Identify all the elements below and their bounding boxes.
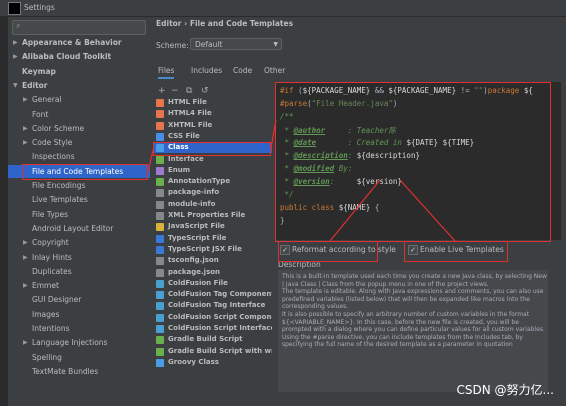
arrow-line-2 — [270, 119, 277, 149]
arrow-line-1 — [147, 149, 154, 173]
annotation-arrows — [147, 119, 456, 242]
arrow-line-4 — [399, 179, 456, 242]
watermark: CSDN @努力亿... — [456, 383, 554, 397]
arrow-line-3 — [329, 179, 381, 242]
